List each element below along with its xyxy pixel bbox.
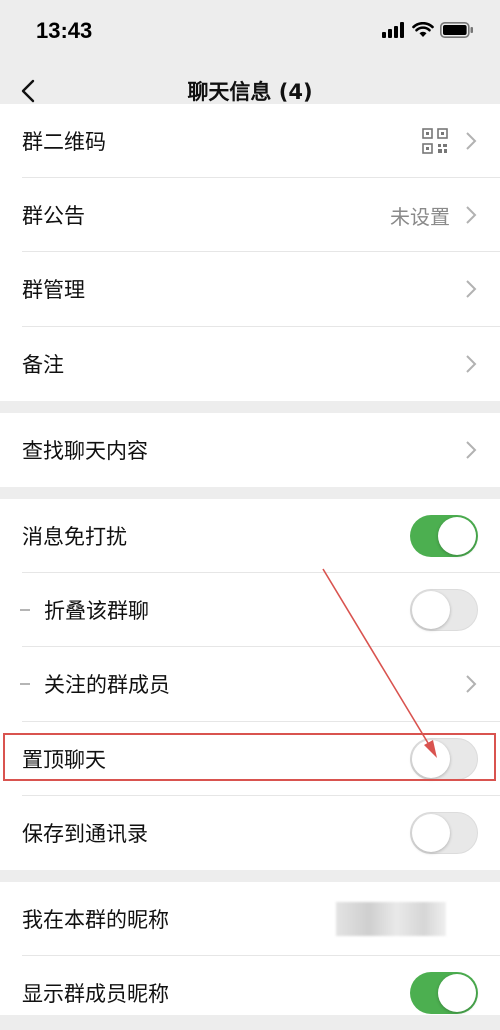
- signal-icon: [382, 22, 404, 38]
- row-label: 查找聊天内容: [22, 439, 148, 463]
- wifi-icon: [412, 22, 434, 37]
- row-label: 保存到通讯录: [22, 822, 148, 846]
- toggle-knob: [412, 814, 450, 852]
- row-label: 显示群成员昵称: [22, 982, 169, 1006]
- row-label: 消息免打扰: [22, 525, 127, 549]
- mute-toggle[interactable]: [410, 515, 478, 557]
- row-remark[interactable]: 备注: [0, 327, 500, 401]
- row-label: 折叠该群聊: [44, 599, 149, 623]
- chevron-right-icon: [466, 206, 477, 224]
- row-group-notice[interactable]: 群公告 未设置: [0, 178, 500, 252]
- toggle-knob: [412, 591, 450, 629]
- status-bar: 13:43: [0, 0, 500, 62]
- sub-item-dash: [20, 683, 30, 685]
- sub-item-dash: [20, 609, 30, 611]
- show-nicknames-toggle[interactable]: [410, 972, 478, 1014]
- row-group-manage[interactable]: 群管理: [0, 252, 500, 326]
- row-followed-members[interactable]: 关注的群成员: [0, 647, 500, 721]
- page-title: 聊天信息 (4): [187, 80, 313, 104]
- row-save-contacts: 保存到通讯录: [0, 796, 500, 870]
- status-time: 13:43: [36, 18, 93, 43]
- row-label: 关注的群成员: [44, 673, 170, 697]
- blurred-nickname: [336, 902, 446, 936]
- row-label: 群二维码: [22, 130, 106, 154]
- row-my-nickname[interactable]: 我在本群的昵称: [0, 882, 500, 956]
- row-search-chat[interactable]: 查找聊天内容: [0, 413, 500, 487]
- annotation-highlight-box: [3, 733, 496, 781]
- status-icons: [382, 20, 474, 40]
- row-fold-group: 折叠该群聊: [0, 573, 500, 647]
- row-mute: 消息免打扰: [0, 499, 500, 573]
- chevron-right-icon: [466, 675, 477, 693]
- row-label: 备注: [22, 353, 64, 377]
- chevron-right-icon: [466, 355, 477, 373]
- battery-icon: [440, 22, 473, 38]
- row-label: 群公告: [22, 204, 85, 228]
- fold-group-toggle[interactable]: [410, 589, 478, 631]
- toggle-knob: [438, 974, 476, 1012]
- qr-code-icon: [422, 128, 448, 154]
- chat-options-section: 消息免打扰 折叠该群聊 关注的群成员 置顶聊天 保存到通讯录: [0, 499, 500, 870]
- search-section: 查找聊天内容: [0, 413, 500, 487]
- chevron-right-icon: [466, 441, 477, 459]
- nickname-section: 我在本群的昵称 显示群成员昵称: [0, 882, 500, 1015]
- chevron-right-icon: [466, 132, 477, 150]
- toggle-knob: [438, 517, 476, 555]
- save-contacts-toggle[interactable]: [410, 812, 478, 854]
- row-label: 我在本群的昵称: [22, 908, 169, 932]
- row-group-qrcode[interactable]: 群二维码: [0, 104, 500, 178]
- chevron-right-icon: [466, 280, 477, 298]
- group-settings-section: 群二维码 群公告 未设置 群管理 备注: [0, 104, 500, 401]
- row-show-nicknames: 显示群成员昵称: [0, 956, 500, 1030]
- row-label: 群管理: [22, 278, 85, 302]
- group-notice-value: 未设置: [390, 204, 450, 229]
